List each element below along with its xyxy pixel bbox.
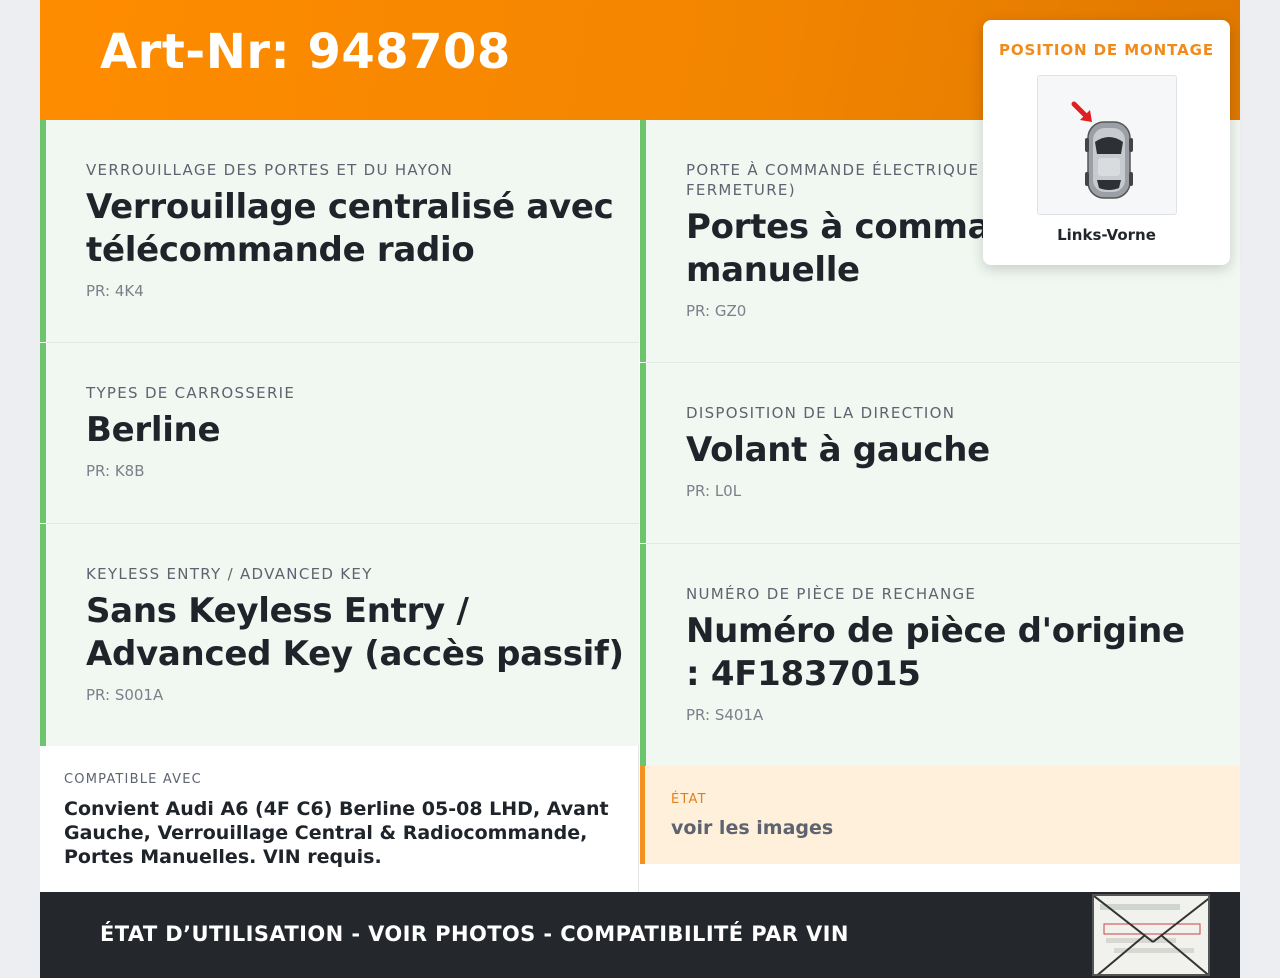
spec-body-type: TYPES DE CARROSSERIE Berline PR: K8B — [40, 343, 639, 523]
spec-value: Volant à gauche — [686, 430, 990, 470]
spec-value: Verrouillage centralisé avec télécommand… — [86, 187, 614, 270]
spec-part-number: NUMÉRO DE PIÈCE DE RECHANGE Numéro de pi… — [640, 544, 1240, 766]
spec-pr-code: PR: S401A — [686, 706, 764, 724]
spec-value: Sans Keyless Entry / Advanced Key (accès… — [86, 591, 624, 674]
condition-text: voir les images — [671, 817, 834, 839]
condition-box: ÉTAT voir les images — [640, 766, 1240, 864]
compatibility-text: Convient Audi A6 (4F C6) Berline 05-08 L… — [64, 798, 609, 868]
page-title: Art-Nr: 948708 — [100, 24, 511, 80]
spec-door-locking: VERROUILLAGE DES PORTES ET DU HAYON Verr… — [40, 120, 639, 342]
condition-label: ÉTAT — [671, 792, 707, 807]
spec-label: DISPOSITION DE LA DIRECTION — [686, 404, 956, 422]
car-top-view-with-arrow-icon — [1071, 101, 1133, 199]
mounting-position-card: POSITION DE MONTAGE Links-Vorne — [983, 20, 1230, 265]
footer-bar: ÉTAT D’UTILISATION - VOIR PHOTOS - COMPA… — [40, 892, 1240, 978]
spec-pr-code: PR: GZ0 — [686, 302, 747, 320]
spec-value: Numéro de pièce d'origine : 4F1837015 — [686, 611, 1185, 694]
spec-label: KEYLESS ENTRY / ADVANCED KEY — [86, 565, 373, 583]
spec-steering: DISPOSITION DE LA DIRECTION Volant à gau… — [640, 363, 1240, 543]
mounting-position-caption: Links-Vorne — [1057, 226, 1156, 244]
spec-pr-code: PR: S001A — [86, 686, 164, 704]
footer-text: ÉTAT D’UTILISATION - VOIR PHOTOS - COMPA… — [100, 922, 849, 946]
compatibility-label: COMPATIBLE AVEC — [64, 772, 202, 787]
spec-pr-code: PR: 4K4 — [86, 282, 144, 300]
mounting-position-title: POSITION DE MONTAGE — [999, 41, 1214, 59]
spec-value: Berline — [86, 410, 221, 450]
spec-pr-code: PR: L0L — [686, 482, 742, 500]
registration-document-thumbnail[interactable] — [1092, 894, 1210, 976]
spec-keyless-entry: KEYLESS ENTRY / ADVANCED KEY Sans Keyles… — [40, 524, 639, 746]
document-envelope-icon — [1094, 896, 1208, 974]
mounting-position-image[interactable] — [1037, 75, 1177, 215]
compatibility-box: COMPATIBLE AVEC Convient Audi A6 (4F C6)… — [40, 746, 639, 892]
spec-label: TYPES DE CARROSSERIE — [86, 384, 296, 402]
spec-label: NUMÉRO DE PIÈCE DE RECHANGE — [686, 585, 977, 603]
spec-label: VERROUILLAGE DES PORTES ET DU HAYON — [86, 161, 454, 179]
spec-pr-code: PR: K8B — [86, 462, 145, 480]
